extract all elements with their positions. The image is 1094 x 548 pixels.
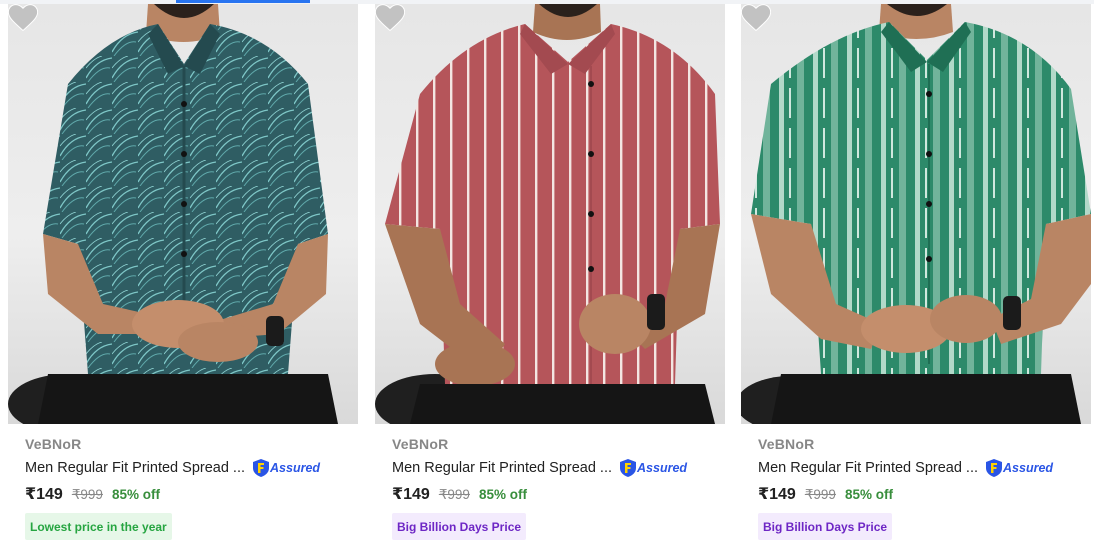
assured-badge: Assured [620,459,687,477]
offer-badge: Big Billion Days Price [758,513,893,540]
flipkart-assured-badge-icon [253,459,270,477]
product-brand: VeBNoR [392,436,449,452]
product-title[interactable]: Men Regular Fit Printed Spread ... [392,460,612,476]
assured-badge: Assured [253,459,320,477]
product-image[interactable] [741,4,1091,424]
offer-badge: Big Billion Days Price [392,513,527,540]
product-title[interactable]: Men Regular Fit Printed Spread ... [758,460,978,476]
product-title-row: Men Regular Fit Printed Spread ... Assur… [392,457,687,479]
product-card[interactable]: VeBNoR Men Regular Fit Printed Spread ..… [741,4,1091,548]
selling-price: ₹149 [392,486,430,503]
original-price: ₹999 [438,487,470,502]
offer-badge: Lowest price in the year [25,513,172,540]
heart-icon[interactable] [741,4,771,32]
product-title-row: Men Regular Fit Printed Spread ... Assur… [25,457,320,479]
product-brand: VeBNoR [758,436,815,452]
price-row: ₹149 ₹999 85% off [392,484,527,504]
price-row: ₹149 ₹999 85% off [758,484,893,504]
flipkart-assured-badge-icon [986,459,1003,477]
assured-label: Assured [637,461,688,475]
original-price: ₹999 [71,487,103,502]
selling-price: ₹149 [758,486,796,503]
product-brand: VeBNoR [25,436,82,452]
assured-label: Assured [270,461,321,475]
assured-badge: Assured [986,459,1053,477]
product-card[interactable]: VeBNoR Men Regular Fit Printed Spread ..… [8,4,358,548]
selling-price: ₹149 [25,486,63,503]
product-image[interactable] [8,4,358,424]
discount-percent: 85% off [478,487,527,502]
product-grid: VeBNoR Men Regular Fit Printed Spread ..… [8,4,1094,548]
product-title[interactable]: Men Regular Fit Printed Spread ... [25,460,245,476]
product-card[interactable]: VeBNoR Men Regular Fit Printed Spread ..… [375,4,725,548]
flipkart-assured-badge-icon [620,459,637,477]
product-title-row: Men Regular Fit Printed Spread ... Assur… [758,457,1053,479]
original-price: ₹999 [804,487,836,502]
heart-icon[interactable] [8,4,38,32]
active-tab-indicator [176,0,310,3]
assured-label: Assured [1003,461,1054,475]
price-row: ₹149 ₹999 85% off [25,484,160,504]
discount-percent: 85% off [844,487,893,502]
heart-icon[interactable] [375,4,405,32]
discount-percent: 85% off [111,487,160,502]
product-image[interactable] [375,4,725,424]
